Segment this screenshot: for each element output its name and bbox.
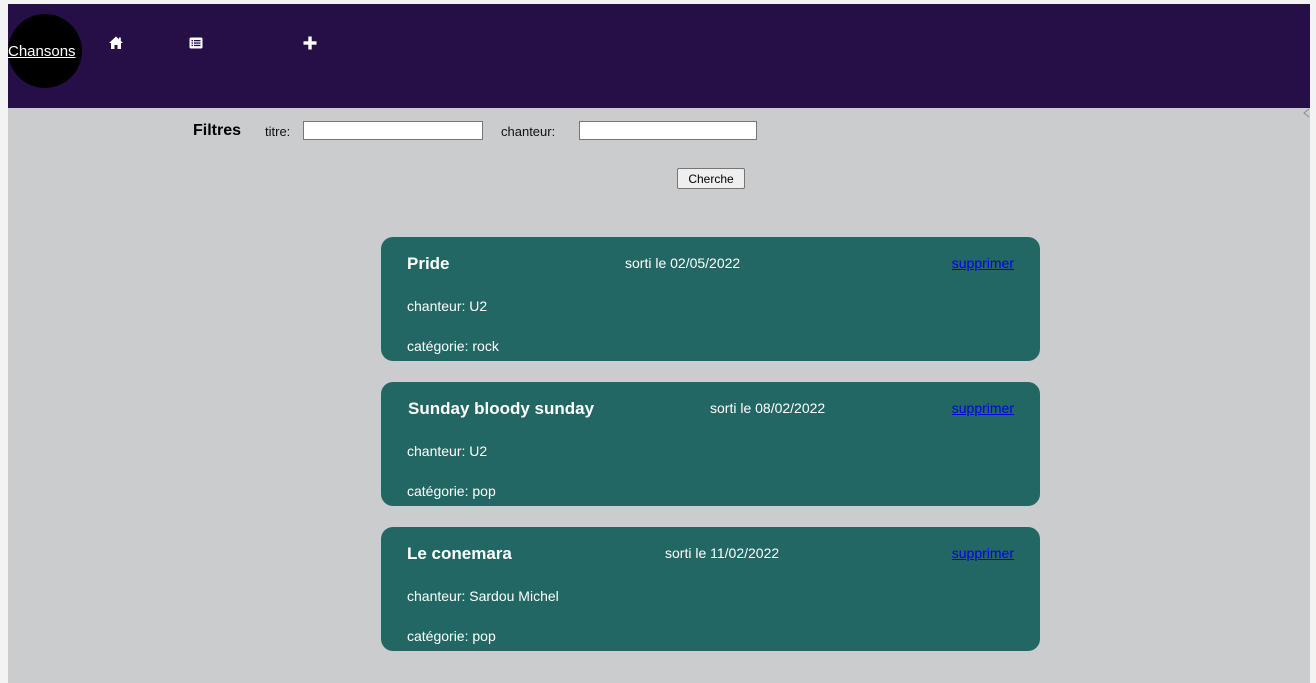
song-singer: chanteur: Sardou Michel [407, 588, 559, 604]
singer-filter-input[interactable] [579, 121, 757, 140]
search-button[interactable]: Cherche [677, 168, 745, 189]
song-singer: chanteur: U2 [407, 298, 488, 314]
scroll-left-arrow-icon[interactable] [1302, 108, 1310, 118]
song-singer: chanteur: U2 [407, 443, 488, 459]
logo-link[interactable]: Chansons [8, 43, 76, 60]
list-icon[interactable] [188, 35, 204, 51]
delete-song-link[interactable]: supprimer [952, 400, 1014, 416]
song-title: Sunday bloody sunday [408, 399, 595, 418]
song-release-date: sorti le 02/05/2022 [625, 255, 741, 271]
song-category: catégorie: pop [407, 628, 496, 644]
song-category: catégorie: pop [407, 483, 496, 499]
song-card: Pride sorti le 02/05/2022 supprimer chan… [381, 237, 1040, 361]
song-release-date: sorti le 08/02/2022 [710, 400, 826, 416]
singer-filter-label: chanteur: [501, 124, 556, 139]
song-release-date: sorti le 11/02/2022 [665, 545, 780, 561]
song-card: Le conemara sorti le 11/02/2022 supprime… [381, 527, 1040, 651]
page-body: Chansons Filtres titre: chanteur: Cherch… [8, 4, 1310, 683]
plus-icon[interactable] [302, 35, 318, 51]
delete-song-link[interactable]: supprimer [952, 255, 1014, 271]
delete-song-link[interactable]: supprimer [952, 545, 1014, 561]
song-title: Le conemara [407, 544, 512, 563]
navbar: Chansons [8, 4, 1310, 108]
filters-title: Filtres [193, 122, 242, 139]
title-filter-label: titre: [265, 124, 291, 139]
title-filter-input[interactable] [303, 121, 483, 140]
song-title: Pride [407, 254, 450, 273]
home-icon[interactable] [108, 35, 124, 51]
song-card: Sunday bloody sunday sorti le 08/02/2022… [381, 382, 1040, 506]
song-category: catégorie: rock [407, 338, 499, 354]
